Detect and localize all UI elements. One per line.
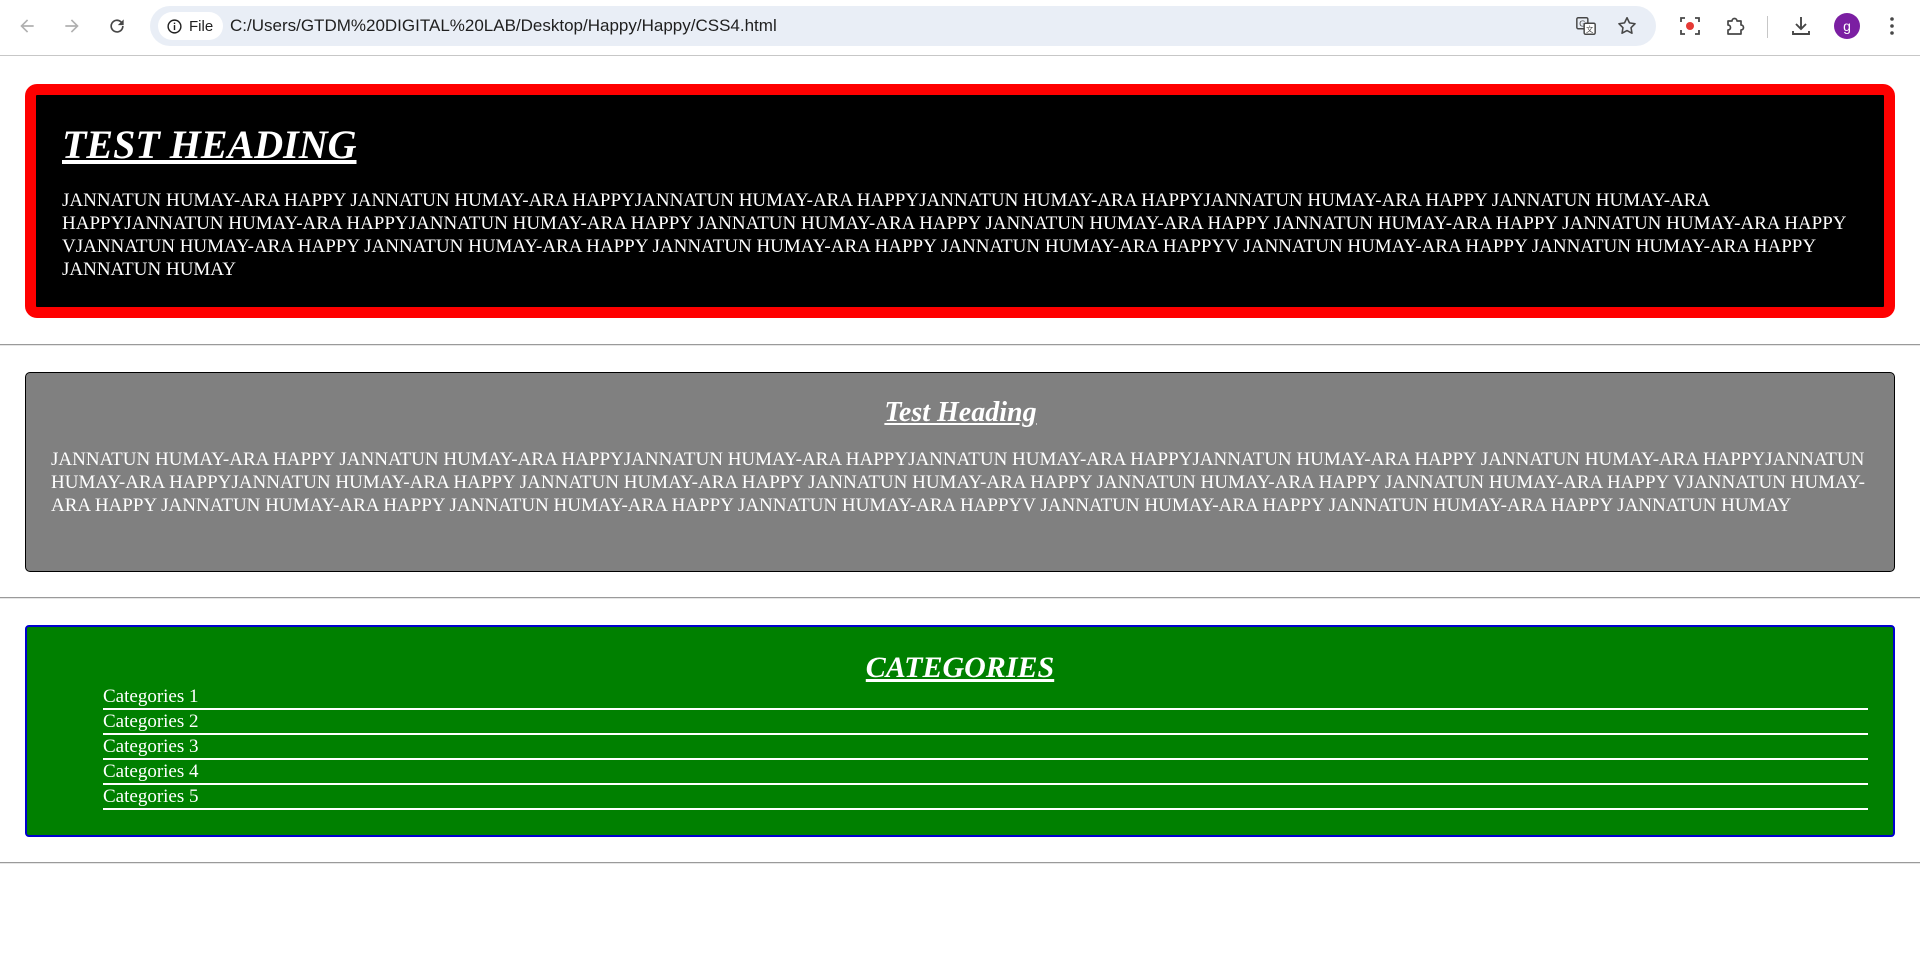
- kebab-menu-icon: [1890, 17, 1894, 35]
- svg-text:文: 文: [1586, 25, 1594, 34]
- site-info-chip[interactable]: File: [158, 12, 224, 40]
- puzzle-icon: [1727, 17, 1745, 35]
- downloads-button[interactable]: [1787, 12, 1815, 40]
- reload-button[interactable]: [101, 10, 133, 42]
- browser-menu-button[interactable]: [1878, 12, 1906, 40]
- translate-button[interactable]: G文: [1574, 14, 1598, 38]
- avatar[interactable]: g: [1834, 13, 1860, 39]
- forward-button[interactable]: [56, 10, 88, 42]
- toolbar-divider: [1767, 16, 1768, 38]
- list-item: Categories 3: [103, 735, 1868, 760]
- info-icon: [167, 18, 182, 34]
- arrow-left-icon: [20, 19, 34, 33]
- screen-capture-icon: [1680, 17, 1700, 35]
- section-categories: CATEGORIES Categories 1 Categories 2 Cat…: [25, 625, 1895, 837]
- list-item: Categories 4: [103, 760, 1868, 785]
- section-test-heading-black: TEST HEADING JANNATUN HUMAY-ARA HAPPY JA…: [25, 84, 1895, 318]
- categories-list: Categories 1 Categories 2 Categories 3 C…: [103, 685, 1868, 810]
- reload-icon: [110, 19, 124, 33]
- section2-text: JANNATUN HUMAY-ARA HAPPY JANNATUN HUMAY-…: [51, 449, 1865, 516]
- extensions-button[interactable]: [1721, 12, 1749, 40]
- translate-icon: G文: [1576, 17, 1596, 35]
- address-bar[interactable]: File C:/Users/GTDM%20DIGITAL%20LAB/Deskt…: [150, 6, 1656, 46]
- browser-toolbar: File C:/Users/GTDM%20DIGITAL%20LAB/Deskt…: [0, 0, 1920, 56]
- site-chip-label: File: [189, 17, 214, 35]
- list-item: Categories 2: [103, 710, 1868, 735]
- section1-text: JANNATUN HUMAY-ARA HAPPY JANNATUN HUMAY-…: [62, 190, 1846, 280]
- download-icon: [1792, 17, 1810, 35]
- url-text[interactable]: C:/Users/GTDM%20DIGITAL%20LAB/Desktop/Ha…: [230, 6, 777, 46]
- section1-heading: TEST HEADING: [62, 122, 357, 167]
- bookmark-button[interactable]: [1615, 14, 1639, 38]
- horizontal-rule-2: [0, 597, 1920, 599]
- star-icon: [1618, 16, 1636, 35]
- list-item: Categories 5: [103, 785, 1868, 810]
- back-button[interactable]: [11, 10, 43, 42]
- section2-heading: Test Heading: [884, 397, 1037, 428]
- horizontal-rule-3: [0, 862, 1920, 864]
- list-item: Categories 1: [103, 685, 1868, 710]
- categories-heading: CATEGORIES: [865, 651, 1055, 684]
- screen-capture-button[interactable]: [1676, 12, 1704, 40]
- arrow-right-icon: [65, 19, 79, 33]
- section-test-heading-gray: Test Heading JANNATUN HUMAY-ARA HAPPY JA…: [25, 372, 1895, 572]
- horizontal-rule-1: [0, 344, 1920, 346]
